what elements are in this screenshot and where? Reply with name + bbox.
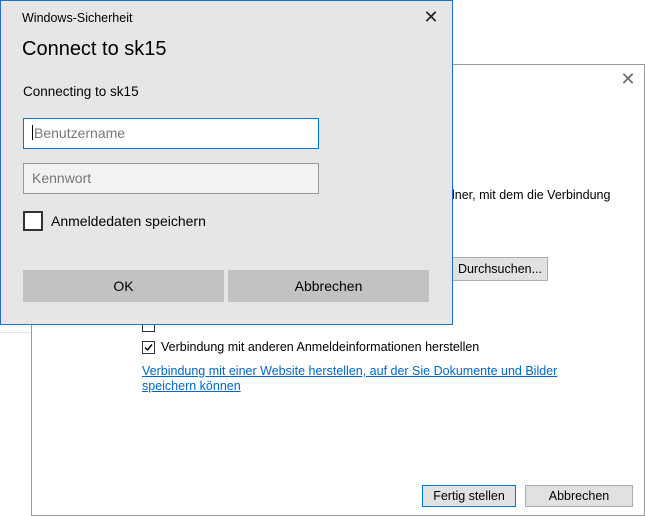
other-credentials-label: Verbindung mit anderen Anmeldeinformatio… <box>161 340 480 354</box>
dialog-subheading: Connecting to sk15 <box>23 84 139 99</box>
other-credentials-checkbox[interactable] <box>142 340 155 354</box>
username-placeholder: Benutzername <box>34 125 126 141</box>
cancel-button[interactable]: Abbrechen <box>228 270 429 302</box>
password-field[interactable]: Kennwort <box>23 163 319 194</box>
save-credentials-label: Anmeldedaten speichern <box>51 213 206 229</box>
other-credentials-option[interactable]: Verbindung mit anderen Anmeldeinformatio… <box>142 340 479 354</box>
dialog-window-title: Windows-Sicherheit <box>22 11 133 25</box>
dialog-heading: Connect to sk15 <box>22 38 167 60</box>
dialog-close-icon[interactable]: ✕ <box>421 7 441 27</box>
save-credentials-checkbox[interactable] <box>23 211 43 231</box>
wizard-cancel-button[interactable]: Abbrechen <box>525 485 633 507</box>
password-placeholder: Kennwort <box>32 170 92 186</box>
browse-button[interactable]: Durchsuchen... <box>452 257 548 281</box>
checkmark-icon <box>144 343 153 351</box>
wizard-close-icon[interactable]: ✕ <box>618 69 638 89</box>
background-divider <box>0 332 30 333</box>
username-field[interactable]: Benutzername <box>23 118 319 149</box>
windows-security-dialog: Windows-Sicherheit ✕ Connect to sk15 Con… <box>0 0 453 325</box>
website-storage-link[interactable]: Verbindung mit einer Website herstellen,… <box>142 364 602 394</box>
ok-button[interactable]: OK <box>23 270 224 302</box>
wizard-description: lner, mit dem die Verbindung <box>452 188 611 202</box>
save-credentials-option[interactable]: Anmeldedaten speichern <box>23 211 206 231</box>
text-caret <box>32 125 33 140</box>
finish-button[interactable]: Fertig stellen <box>422 485 516 507</box>
